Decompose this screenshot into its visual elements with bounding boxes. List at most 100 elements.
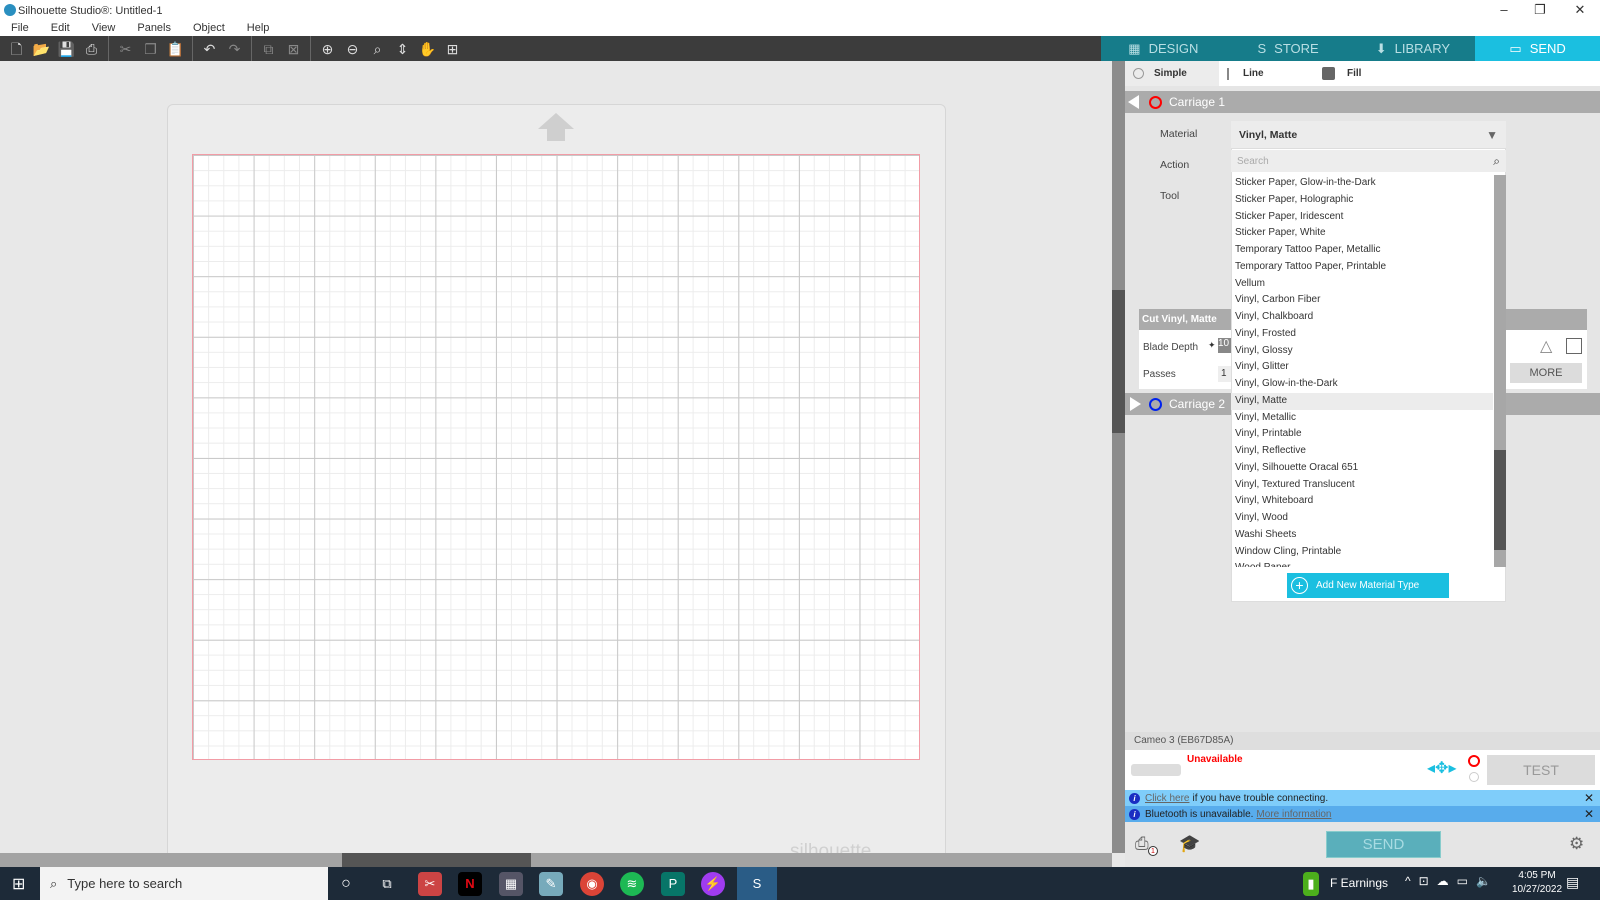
- tab-store[interactable]: S STORE: [1226, 36, 1351, 61]
- material-option[interactable]: Vinyl, Carbon Fiber: [1231, 292, 1493, 309]
- material-option[interactable]: Vinyl, Metallic: [1231, 410, 1493, 427]
- add-material-button[interactable]: + Add New Material Type: [1287, 573, 1449, 598]
- material-option[interactable]: Sticker Paper, Iridescent: [1231, 209, 1493, 226]
- search-icon[interactable]: ⌕: [1493, 154, 1500, 169]
- drag-zoom-icon[interactable]: ⇕: [390, 38, 415, 60]
- carriage-2-indicator-icon[interactable]: [1469, 772, 1479, 782]
- expand-arrow-icon[interactable]: [1130, 397, 1141, 411]
- calculator-icon[interactable]: ▦: [499, 872, 523, 896]
- close-icon[interactable]: ✕: [1584, 791, 1594, 805]
- tab-send[interactable]: ▭ SEND: [1475, 36, 1600, 61]
- cut-icon[interactable]: ✂: [113, 38, 138, 60]
- system-tray-icons[interactable]: ^⊡☁▭🔈: [1405, 874, 1499, 888]
- spotify-icon[interactable]: ≋: [620, 872, 644, 896]
- material-option[interactable]: Temporary Tattoo Paper, Printable: [1231, 259, 1493, 276]
- menu-panels[interactable]: Panels: [126, 22, 182, 36]
- zoom-out-icon[interactable]: ⊖: [340, 38, 365, 60]
- close-button[interactable]: ✕: [1562, 0, 1598, 22]
- save-icon[interactable]: 💾: [54, 38, 79, 60]
- material-option[interactable]: Vinyl, Whiteboard: [1231, 493, 1493, 510]
- material-option[interactable]: Vinyl, Matte: [1231, 392, 1493, 410]
- minimize-button[interactable]: –: [1486, 0, 1522, 22]
- netflix-icon[interactable]: N: [458, 872, 482, 896]
- horizontal-scroll-thumb[interactable]: [342, 853, 531, 867]
- gear-icon[interactable]: ⚙: [1569, 834, 1584, 854]
- material-dropdown[interactable]: Vinyl, Matte ▼: [1231, 121, 1506, 148]
- print-icon[interactable]: ⎙: [79, 38, 104, 60]
- messenger-icon[interactable]: ⚡: [701, 872, 725, 896]
- group-icon[interactable]: ⧉: [256, 38, 281, 60]
- copy-icon[interactable]: ❐: [138, 38, 163, 60]
- send-button[interactable]: SEND: [1326, 831, 1441, 858]
- clock[interactable]: 4:05 PM 10/27/2022: [1512, 869, 1562, 897]
- cortana-icon[interactable]: ○: [334, 872, 358, 896]
- notes-icon[interactable]: ✎: [539, 872, 563, 896]
- horizontal-scrollbar[interactable]: [0, 853, 1112, 867]
- mode-fill[interactable]: Fill: [1322, 67, 1361, 80]
- menu-file[interactable]: File: [0, 22, 40, 36]
- material-option[interactable]: Vinyl, Wood: [1231, 510, 1493, 527]
- material-option[interactable]: Sticker Paper, Holographic: [1231, 192, 1493, 209]
- paste-icon[interactable]: 📋: [163, 38, 188, 60]
- app-icon[interactable]: ✂: [418, 872, 442, 896]
- mode-line[interactable]: Line: [1127, 67, 1264, 80]
- more-information-link[interactable]: More information: [1256, 809, 1331, 820]
- fit-page-icon[interactable]: ⊞: [440, 38, 465, 60]
- chevron-down-icon[interactable]: ▼: [1486, 128, 1498, 142]
- tab-design[interactable]: ▦ DESIGN: [1101, 36, 1226, 61]
- vertical-scrollbar[interactable]: [1112, 61, 1125, 853]
- silhouette-taskbar-icon[interactable]: S: [737, 867, 777, 900]
- carriage-1-header[interactable]: Carriage 1: [1125, 91, 1600, 113]
- material-option[interactable]: Vinyl, Glossy: [1231, 343, 1493, 360]
- menu-view[interactable]: View: [81, 22, 127, 36]
- new-file-icon[interactable]: 🗋: [4, 38, 29, 60]
- material-option[interactable]: Vinyl, Chalkboard: [1231, 309, 1493, 326]
- taskbar-search[interactable]: ⌕ Type here to search: [40, 867, 328, 900]
- restore-button[interactable]: ❐: [1522, 0, 1558, 22]
- stock-ticker[interactable]: F Earnings: [1330, 876, 1388, 890]
- notifications-icon[interactable]: ▤: [1566, 874, 1579, 891]
- tutorial-cap-icon[interactable]: 🎓: [1179, 834, 1200, 854]
- list-scroll-thumb[interactable]: [1494, 450, 1506, 550]
- move-arrows-icon[interactable]: ◂✥▸: [1427, 758, 1456, 778]
- menu-object[interactable]: Object: [182, 22, 236, 36]
- tab-library[interactable]: ⬇ LIBRARY: [1351, 36, 1476, 61]
- windows-start-icon[interactable]: ⊞: [12, 874, 25, 894]
- material-option[interactable]: Vinyl, Glitter: [1231, 359, 1493, 376]
- publisher-icon[interactable]: P: [661, 872, 685, 896]
- tool-square-icon[interactable]: [1566, 338, 1582, 354]
- close-icon[interactable]: ✕: [1584, 807, 1594, 821]
- click-here-link[interactable]: Click here: [1145, 793, 1189, 804]
- zoom-in-icon[interactable]: ⊕: [315, 38, 340, 60]
- passes-input[interactable]: 1: [1218, 366, 1231, 382]
- chrome-icon[interactable]: ◉: [580, 872, 604, 896]
- material-option[interactable]: Washi Sheets: [1231, 527, 1493, 544]
- blade-depth-input[interactable]: 10: [1218, 338, 1231, 353]
- design-canvas[interactable]: silhouette: [0, 61, 1112, 853]
- send-queue-icon[interactable]: ⎙: [1135, 834, 1149, 854]
- undo-icon[interactable]: ↶: [197, 38, 222, 60]
- menu-edit[interactable]: Edit: [40, 22, 81, 36]
- carriage-1-indicator-icon[interactable]: [1468, 755, 1480, 767]
- material-option[interactable]: Wood Paper: [1231, 560, 1493, 567]
- vertical-scroll-thumb[interactable]: [1112, 290, 1125, 433]
- collapse-arrow-icon[interactable]: [1128, 95, 1139, 109]
- material-option[interactable]: Vinyl, Silhouette Oracal 651: [1231, 460, 1493, 477]
- menu-help[interactable]: Help: [236, 22, 281, 36]
- material-option[interactable]: Vinyl, Textured Translucent: [1231, 477, 1493, 494]
- material-option[interactable]: Vinyl, Reflective: [1231, 443, 1493, 460]
- material-option[interactable]: Vellum: [1231, 276, 1493, 293]
- material-option[interactable]: Sticker Paper, Glow-in-the-Dark: [1231, 175, 1493, 192]
- redo-icon[interactable]: ↷: [222, 38, 247, 60]
- ungroup-icon[interactable]: ⊠: [281, 38, 306, 60]
- open-folder-icon[interactable]: 📂: [29, 38, 54, 60]
- material-search-input[interactable]: Search ⌕: [1231, 150, 1506, 172]
- material-option[interactable]: Window Cling, Printable: [1231, 544, 1493, 561]
- material-option[interactable]: Sticker Paper, White: [1231, 225, 1493, 242]
- test-button[interactable]: TEST: [1487, 755, 1595, 785]
- cut-area-grid[interactable]: [192, 154, 920, 760]
- material-option[interactable]: Vinyl, Frosted: [1231, 326, 1493, 343]
- task-view-icon[interactable]: ⧉: [375, 872, 399, 896]
- more-button[interactable]: MORE: [1510, 363, 1582, 383]
- zoom-select-icon[interactable]: ⌕: [365, 38, 390, 60]
